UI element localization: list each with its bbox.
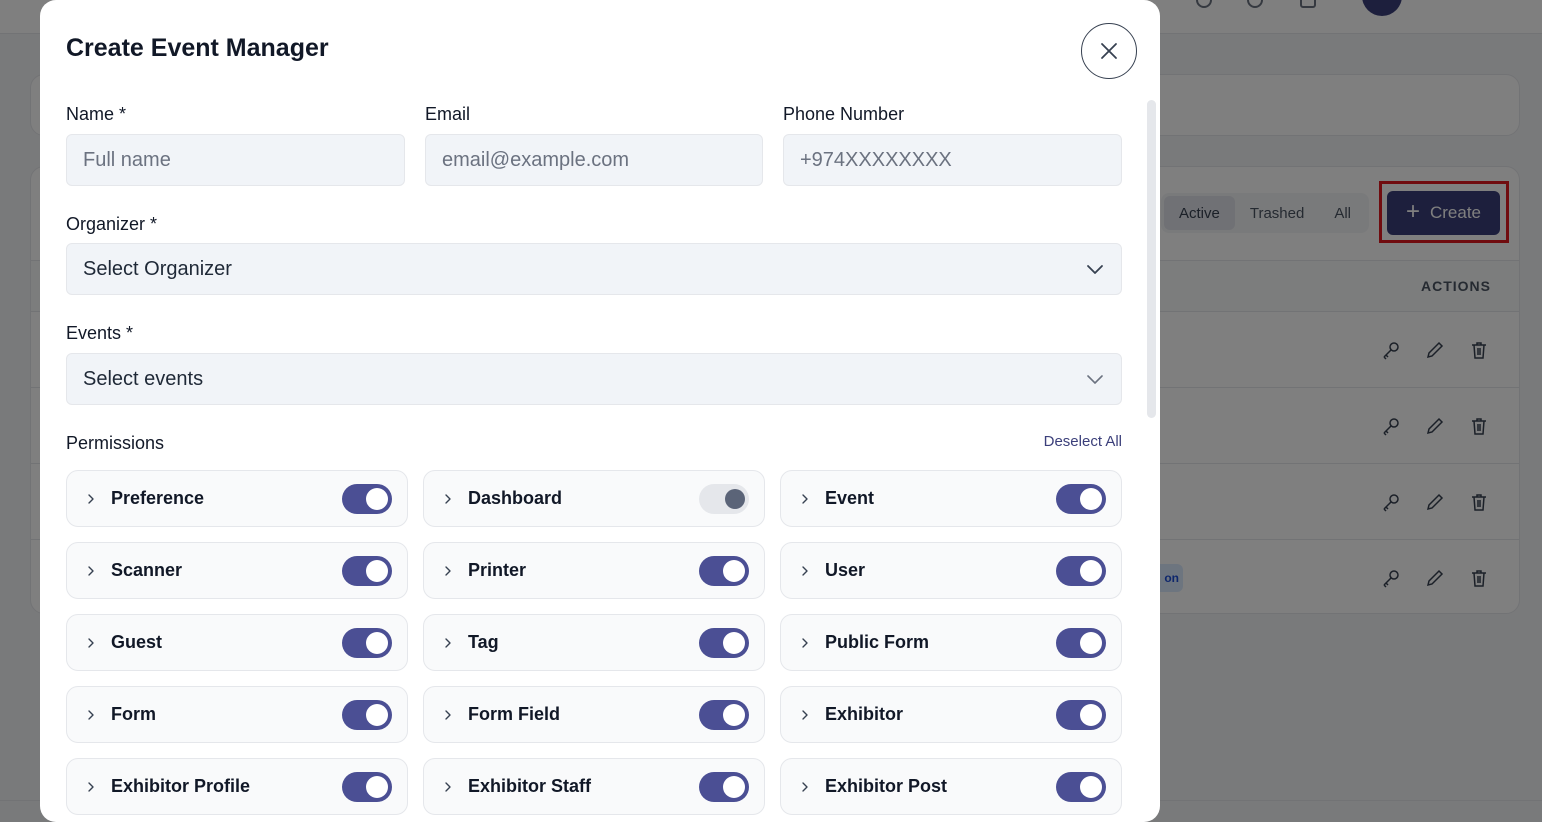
permission-exhibitor[interactable]: Exhibitor	[780, 686, 1122, 743]
toggle-knob	[366, 559, 388, 582]
permission-toggle[interactable]	[342, 699, 392, 730]
permission-form[interactable]: Form	[66, 686, 408, 743]
chevron-right-icon[interactable]	[85, 637, 97, 649]
name-label: Name *	[66, 104, 127, 124]
permission-exhibitor-staff[interactable]: Exhibitor Staff	[423, 758, 765, 815]
permission-label: Exhibitor Profile	[111, 776, 251, 796]
chevron-right-icon[interactable]	[799, 637, 811, 649]
events-select-value: Select events	[83, 367, 204, 390]
organizer-label: Organizer *	[66, 214, 158, 234]
phone-input[interactable]	[783, 134, 1122, 186]
chevron-right-icon[interactable]	[442, 781, 454, 793]
toggle-knob	[723, 559, 745, 582]
permission-guest[interactable]: Guest	[66, 614, 408, 671]
chevron-right-icon[interactable]	[442, 637, 454, 649]
chevron-right-icon[interactable]	[799, 709, 811, 721]
permission-user[interactable]: User	[780, 542, 1122, 599]
modal-scrollbar[interactable]	[1147, 100, 1156, 418]
permission-toggle[interactable]	[699, 771, 749, 802]
toggle-knob	[366, 487, 388, 510]
chevron-right-icon[interactable]	[442, 493, 454, 505]
permission-label: Exhibitor Staff	[468, 776, 592, 796]
toggle-knob	[1080, 631, 1102, 654]
toggle-knob	[1080, 487, 1102, 510]
permission-form-field[interactable]: Form Field	[423, 686, 765, 743]
permission-label: Dashboard	[468, 488, 563, 508]
name-input[interactable]	[66, 134, 405, 186]
email-label: Email	[425, 104, 471, 124]
permission-label: Form	[111, 704, 156, 724]
permission-toggle[interactable]	[1056, 627, 1106, 658]
permission-toggle[interactable]	[1056, 699, 1106, 730]
events-label: Events *	[66, 323, 134, 343]
close-button[interactable]	[1081, 23, 1137, 79]
permission-scanner[interactable]: Scanner	[66, 542, 408, 599]
permission-label: Event	[825, 488, 875, 508]
chevron-right-icon[interactable]	[799, 493, 811, 505]
toggle-knob	[725, 488, 745, 509]
permission-toggle[interactable]	[699, 555, 749, 586]
deselect-all-link[interactable]: Deselect All	[1044, 433, 1122, 450]
toggle-knob	[723, 775, 745, 798]
permission-label: Tag	[468, 632, 499, 652]
permission-preference[interactable]: Preference	[66, 470, 408, 527]
permission-label: Form Field	[468, 704, 561, 724]
email-input[interactable]	[425, 134, 763, 186]
chevron-right-icon[interactable]	[85, 493, 97, 505]
chevron-right-icon[interactable]	[442, 565, 454, 577]
permission-label: User	[825, 560, 866, 580]
permission-toggle[interactable]	[1056, 483, 1106, 514]
permission-dashboard[interactable]: Dashboard	[423, 470, 765, 527]
permission-toggle[interactable]	[699, 699, 749, 730]
permission-label: Preference	[111, 488, 205, 508]
close-icon	[1101, 43, 1117, 59]
permission-toggle[interactable]	[342, 483, 392, 514]
chevron-down-icon	[1087, 375, 1103, 384]
permissions-label: Permissions	[66, 433, 165, 453]
modal-title: Create Event Manager	[66, 34, 329, 62]
chevron-right-icon[interactable]	[85, 709, 97, 721]
permission-toggle[interactable]	[342, 555, 392, 586]
permission-toggle[interactable]	[699, 627, 749, 658]
permission-tag[interactable]: Tag	[423, 614, 765, 671]
chevron-right-icon[interactable]	[799, 781, 811, 793]
permission-toggle[interactable]	[1056, 555, 1106, 586]
toggle-knob	[1080, 703, 1102, 726]
phone-label: Phone Number	[783, 104, 905, 124]
toggle-knob	[723, 703, 745, 726]
permission-label: Guest	[111, 632, 163, 652]
permission-printer[interactable]: Printer	[423, 542, 765, 599]
permission-label: Exhibitor	[825, 704, 904, 724]
chevron-down-icon	[1087, 265, 1103, 274]
permission-label: Printer	[468, 560, 527, 580]
toggle-knob	[366, 703, 388, 726]
permission-label: Scanner	[111, 560, 183, 580]
chevron-right-icon[interactable]	[85, 565, 97, 577]
permission-toggle[interactable]	[699, 483, 749, 514]
permission-exhibitor-post[interactable]: Exhibitor Post	[780, 758, 1122, 815]
toggle-knob	[1080, 559, 1102, 582]
permission-toggle[interactable]	[342, 627, 392, 658]
events-select[interactable]: Select events	[66, 353, 1122, 405]
permission-exhibitor-profile[interactable]: Exhibitor Profile	[66, 758, 408, 815]
chevron-right-icon[interactable]	[85, 781, 97, 793]
permission-public-form[interactable]: Public Form	[780, 614, 1122, 671]
create-event-manager-modal: Create Event Manager Name * Email Phone …	[40, 0, 1160, 822]
toggle-knob	[366, 775, 388, 798]
chevron-right-icon[interactable]	[799, 565, 811, 577]
permission-event[interactable]: Event	[780, 470, 1122, 527]
toggle-knob	[723, 631, 745, 654]
organizer-select-value: Select Organizer	[83, 257, 232, 280]
organizer-select[interactable]: Select Organizer	[66, 243, 1122, 295]
chevron-right-icon[interactable]	[442, 709, 454, 721]
permission-toggle[interactable]	[342, 771, 392, 802]
toggle-knob	[1080, 775, 1102, 798]
permission-label: Exhibitor Post	[825, 776, 948, 796]
permission-label: Public Form	[825, 632, 930, 652]
toggle-knob	[366, 631, 388, 654]
permission-toggle[interactable]	[1056, 771, 1106, 802]
